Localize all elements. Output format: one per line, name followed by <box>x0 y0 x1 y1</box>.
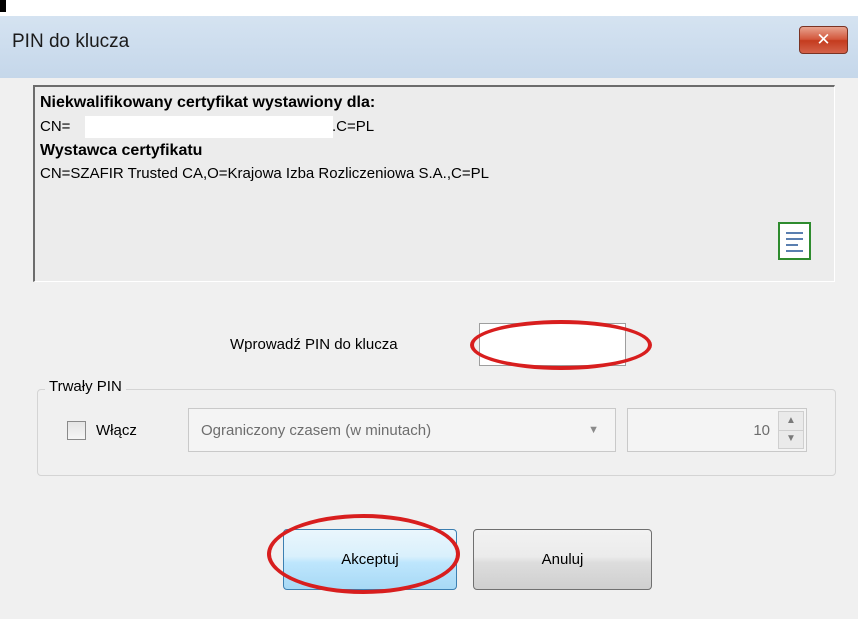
certificate-icon-line <box>786 250 803 252</box>
persistent-pin-legend: Trwały PIN <box>45 377 126 397</box>
close-icon: ✕ <box>816 30 831 50</box>
window-top-edge <box>0 0 858 16</box>
issuer-value: CN=SZAFIR Trusted CA,O=Krajowa Izba Rozl… <box>40 165 489 182</box>
subject-suffix: .C=PL <box>332 118 375 135</box>
cancel-button-label: Anuluj <box>541 551 584 568</box>
accept-button[interactable]: Akceptuj <box>283 529 457 590</box>
spin-down-icon[interactable]: ▼ <box>779 430 803 448</box>
pin-input[interactable] <box>479 323 626 366</box>
spin-up-icon[interactable]: ▲ <box>779 412 803 431</box>
certificate-icon-line <box>786 238 803 240</box>
certificate-icon[interactable] <box>778 222 811 260</box>
certificate-icon-line <box>786 232 803 234</box>
certificate-info-panel: Niekwalifikowany certyfikat wystawiony d… <box>33 85 835 282</box>
minutes-spinbox[interactable]: 10 ▲ ▼ <box>627 408 807 452</box>
pin-dialog: PIN do klucza ✕ Niekwalifikowany certyfi… <box>0 0 858 619</box>
redacted-area <box>85 116 333 138</box>
enable-checkbox-label[interactable]: Włącz <box>96 421 137 441</box>
chevron-down-icon: ▼ <box>588 424 599 436</box>
certificate-icon-line <box>786 244 798 246</box>
spin-buttons: ▲ ▼ <box>778 411 804 449</box>
cancel-button[interactable]: Anuluj <box>473 529 652 590</box>
pin-mode-selected: Ograniczony czasem (w minutach) <box>201 422 432 439</box>
pin-label: Wprowadź PIN do klucza <box>230 336 398 353</box>
window-title: PIN do klucza <box>12 31 130 52</box>
minutes-value: 10 <box>753 422 770 439</box>
issuer-heading: Wystawca certyfikatu <box>40 142 203 159</box>
window-corner-mark <box>0 0 6 12</box>
pin-mode-select[interactable]: Ograniczony czasem (w minutach) ▼ <box>188 408 616 452</box>
close-button[interactable]: ✕ <box>799 26 848 54</box>
subject-heading: Niekwalifikowany certyfikat wystawiony d… <box>40 94 376 111</box>
title-bar: PIN do klucza ✕ <box>0 0 858 78</box>
accept-button-label: Akceptuj <box>341 551 399 568</box>
enable-checkbox[interactable] <box>67 421 86 440</box>
subject-prefix: CN= <box>40 118 71 135</box>
